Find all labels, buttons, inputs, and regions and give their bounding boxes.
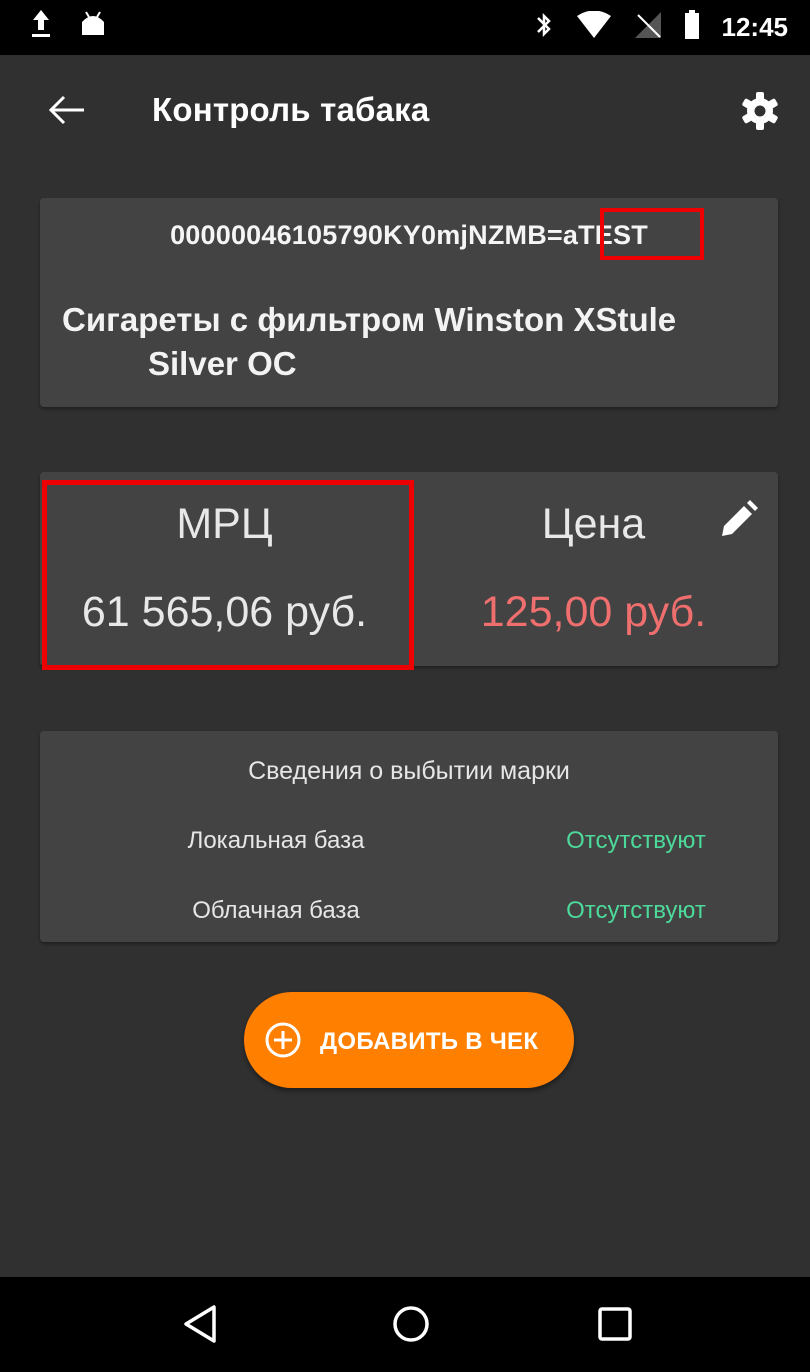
toolbar: Контроль табака [0, 55, 810, 170]
arrow-left-icon[interactable] [42, 85, 92, 135]
status-bar: 12:45 [0, 0, 810, 55]
wifi-icon [576, 10, 612, 44]
navigation-bar [0, 1277, 810, 1372]
disposal-info-card: Сведения о выбытии марки Локальная база … [40, 731, 778, 942]
bluetooth-icon [534, 10, 554, 45]
mrc-highlight-box [42, 480, 414, 670]
cloud-base-status: Отсутствуют [566, 897, 706, 924]
pencil-icon[interactable] [716, 498, 760, 542]
local-base-label: Локальная база [187, 827, 365, 854]
local-base-status: Отсутствуют [566, 827, 706, 854]
product-name-line2: Silver OC [148, 345, 297, 382]
home-circle-icon[interactable] [386, 1299, 436, 1349]
disposal-info-title: Сведения о выбытии марки [248, 757, 570, 785]
android-icon [78, 8, 108, 43]
code-highlight-box [600, 208, 704, 260]
add-to-receipt-button[interactable]: ДОБАВИТЬ В ЧЕК [244, 992, 574, 1088]
price-value: 125,00 руб. [480, 588, 707, 636]
add-to-receipt-label: ДОБАВИТЬ В ЧЕК [320, 1028, 539, 1055]
product-name: Сигареты с фильтром Winston XStule Silve… [62, 298, 782, 386]
plus-circle-icon [264, 1021, 302, 1059]
no-signal-icon [634, 11, 662, 44]
clock: 12:45 [721, 12, 789, 42]
recents-square-icon[interactable] [590, 1299, 640, 1349]
battery-icon [684, 10, 700, 45]
page-title: Контроль табака [152, 91, 430, 128]
upload-icon [30, 8, 52, 43]
product-name-line1: Сигареты с фильтром Winston XStule [62, 301, 677, 338]
gear-icon[interactable] [736, 87, 784, 135]
back-triangle-icon[interactable] [176, 1299, 226, 1349]
cloud-base-label: Облачная база [192, 897, 360, 924]
